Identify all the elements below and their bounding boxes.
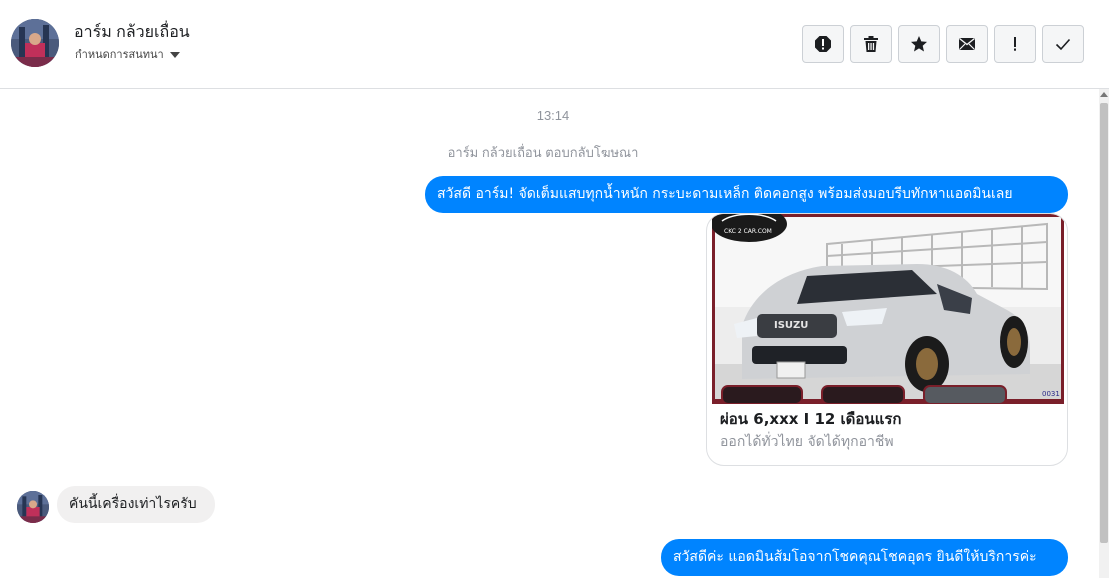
caret-down-icon	[169, 51, 180, 58]
delete-button[interactable]	[850, 25, 892, 63]
ad-card-image[interactable]: ISUZU CKC 2 CAR.COM 0031	[712, 214, 1064, 404]
conversation-header: อาร์ม กล้วยเถื่อน กำหนดการสนทนา	[0, 0, 1109, 89]
ad-card-subtitle: ออกได้ทั่วไทย จัดได้ทุกอาชีพ	[720, 434, 894, 450]
ad-card[interactable]: ISUZU CKC 2 CAR.COM 0031 ผ่อน 6,xxx I 12…	[706, 213, 1068, 466]
contact-name[interactable]: อาร์ม กล้วยเถื่อน	[74, 20, 190, 45]
envelope-icon	[959, 37, 975, 50]
outgoing-message[interactable]: สวัสดีค่ะ แอดมินส้มโอจากโชคคุณโชคอุดร ยิ…	[661, 539, 1068, 576]
mark-unread-button[interactable]	[946, 25, 988, 63]
incoming-message[interactable]: คันนี้เครื่องเท่าไรครับ	[57, 486, 215, 523]
assign-conversation-dropdown[interactable]: กำหนดการสนทนา	[75, 45, 180, 63]
message-timestamp: 13:14	[536, 108, 570, 123]
ad-logo-text: CKC 2 CAR.COM	[724, 228, 772, 235]
scrollbar-thumb[interactable]	[1100, 103, 1108, 543]
report-button[interactable]	[802, 25, 844, 63]
ad-corner-code: 0031	[1042, 390, 1060, 398]
scrollbar[interactable]	[1099, 89, 1109, 578]
sender-avatar[interactable]	[17, 491, 49, 523]
grille-badge-text: ISUZU	[774, 320, 808, 331]
ad-card-title[interactable]: ผ่อน 6,xxx I 12 เดือนแรก	[720, 407, 902, 431]
assign-label: กำหนดการสนทนา	[75, 49, 164, 61]
mark-done-button[interactable]	[1042, 25, 1084, 63]
spam-button[interactable]	[994, 25, 1036, 63]
scroll-up-arrow-icon[interactable]	[1100, 92, 1108, 97]
trash-icon	[864, 36, 878, 52]
star-icon	[911, 36, 927, 52]
report-icon	[815, 36, 831, 52]
star-button[interactable]	[898, 25, 940, 63]
outgoing-message[interactable]: สวัสดี อาร์ม! จัดเต็มแสบทุกน้ำหนัก กระบะ…	[425, 176, 1068, 213]
ad-reply-note: อาร์ม กล้วยเถื่อน ตอบกลับโฆษณา	[447, 145, 639, 160]
contact-avatar[interactable]	[11, 19, 59, 67]
conversation-toolbar	[802, 25, 1084, 63]
exclamation-icon	[1014, 37, 1016, 51]
check-icon	[1055, 38, 1071, 51]
